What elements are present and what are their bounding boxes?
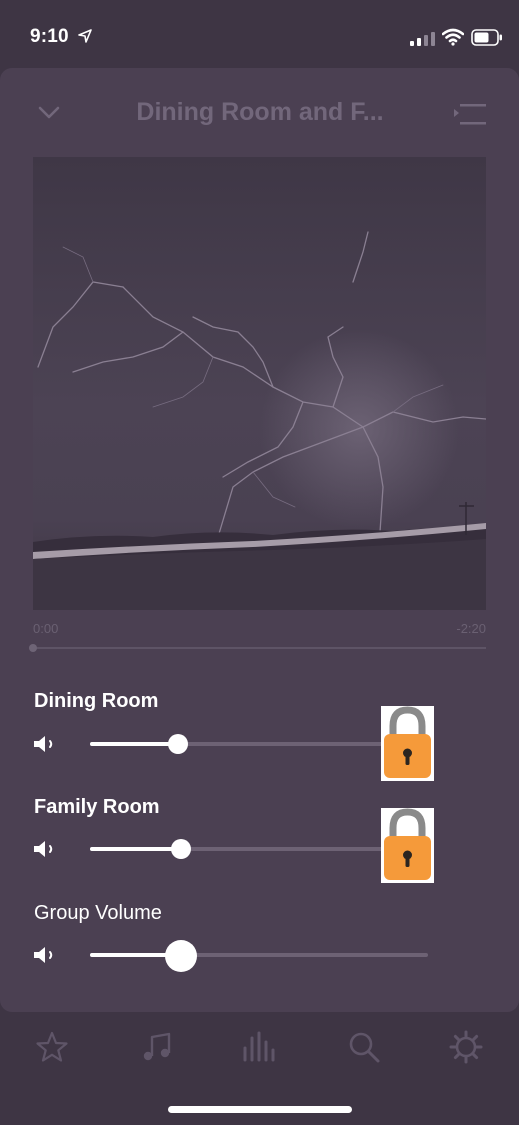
lock-icon xyxy=(381,706,434,781)
gear-icon[interactable] xyxy=(449,1030,483,1064)
progress-times: 0:00 -2:20 xyxy=(33,621,486,637)
volume-fill-family xyxy=(90,847,182,851)
lock-icon xyxy=(381,808,434,883)
location-arrow-icon xyxy=(78,29,92,43)
room-label-family: Family Room xyxy=(34,796,160,818)
music-note-icon[interactable] xyxy=(140,1030,174,1064)
search-icon[interactable] xyxy=(347,1030,381,1064)
group-title: Dining Room and F... xyxy=(136,98,384,126)
volume-knob-dining[interactable] xyxy=(167,734,188,754)
volume-slider-family[interactable] xyxy=(90,847,428,851)
group-volume-knob[interactable] xyxy=(165,940,198,972)
now-playing-header: Dining Room and F... xyxy=(0,92,519,138)
status-time: 9:10 xyxy=(30,26,69,47)
remaining-time: -2:20 xyxy=(456,621,486,636)
group-volume-slider[interactable] xyxy=(90,953,428,957)
status-bar: 9:10 xyxy=(0,0,519,70)
elapsed-time: 0:00 xyxy=(33,621,59,636)
speaker-icon xyxy=(34,736,53,752)
speaker-icon xyxy=(34,947,53,963)
speaker-icon xyxy=(34,841,53,857)
wifi-icon xyxy=(442,28,464,46)
progress-knob[interactable] xyxy=(29,644,37,652)
volume-slider-dining[interactable] xyxy=(90,742,428,746)
star-icon[interactable] xyxy=(35,1030,69,1064)
home-indicator xyxy=(168,1106,352,1113)
queue-icon[interactable] xyxy=(452,102,486,126)
room-label-dining: Dining Room xyxy=(34,690,159,712)
progress-track[interactable] xyxy=(33,647,486,649)
volume-fill-dining xyxy=(90,742,178,746)
album-art xyxy=(33,157,486,610)
group-volume-label: Group Volume xyxy=(34,902,162,924)
battery-icon xyxy=(471,29,502,46)
chevron-down-icon[interactable] xyxy=(38,106,60,120)
cellular-signal-icon xyxy=(410,32,435,46)
equalizer-icon[interactable] xyxy=(242,1030,276,1064)
